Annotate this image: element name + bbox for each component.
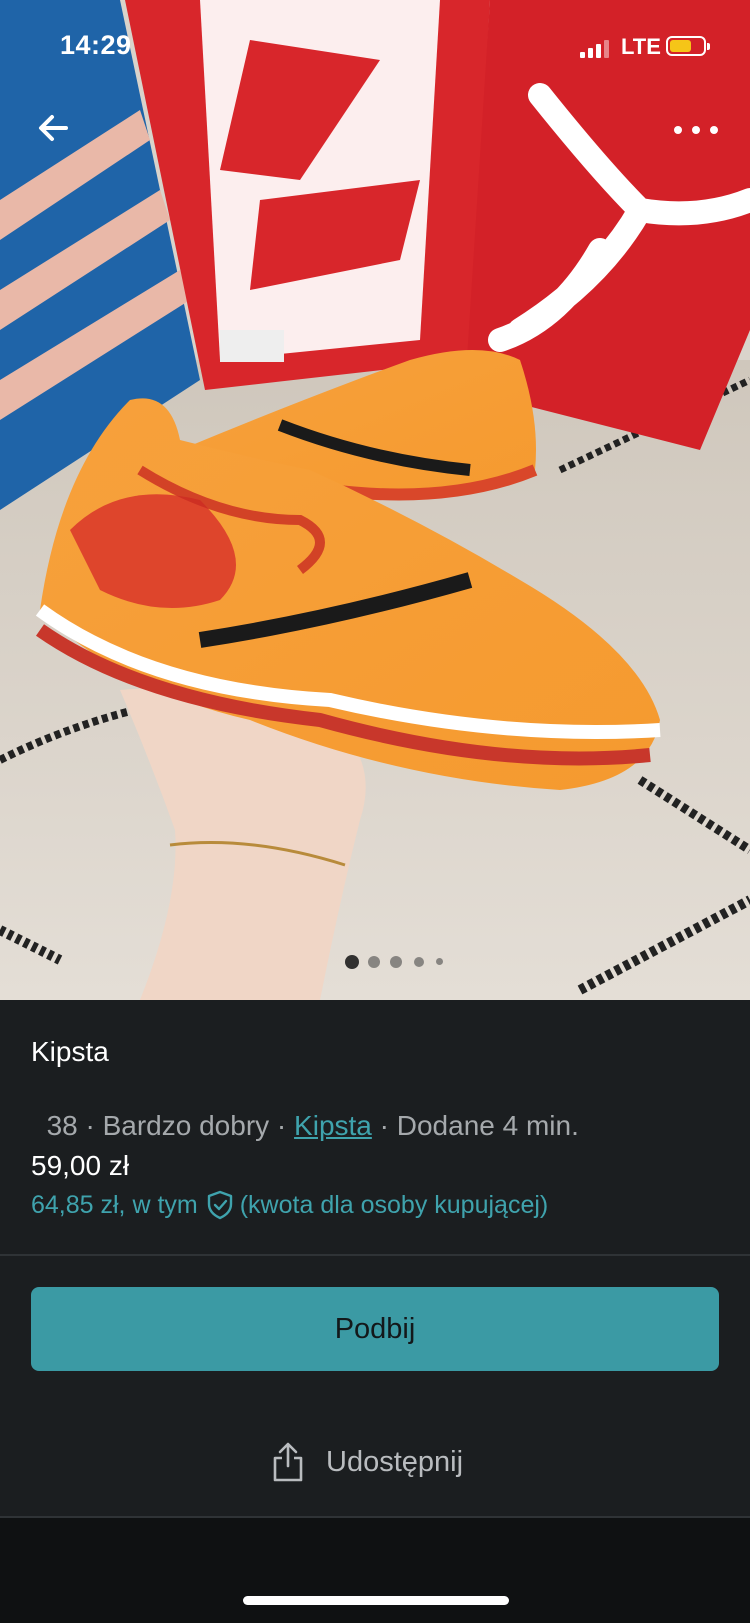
battery-icon [666,36,710,56]
bump-button-label: Podbij [334,1312,416,1345]
item-price: 59,00 zł [31,1150,130,1181]
brand-link[interactable]: Kipsta [294,1110,372,1141]
signal-icon [580,38,610,58]
home-indicator[interactable] [243,1596,509,1605]
share-button-label: Udostępnij [326,1445,464,1478]
item-title: Kipsta [31,1036,109,1067]
more-horizontal-icon [674,126,718,134]
item-size: 38 [46,1110,78,1141]
pager-dot[interactable] [390,956,402,968]
status-time: 14:29 [60,30,132,60]
status-bar: 14:29 LTE [0,0,750,96]
product-photo[interactable]: 14:29 LTE [0,0,750,1000]
back-button[interactable] [30,104,78,152]
total-price-note: (kwota dla osoby kupującej) [239,1190,549,1219]
meta-separator: · [371,1110,397,1141]
total-price-info[interactable]: 64,85 zł, w tym (kwota dla osoby kupując… [31,1190,548,1220]
meta-separator: · [77,1110,103,1141]
item-meta: 38 · Bardzo dobry · Kipsta · Dodane 4 mi… [31,1078,579,1142]
pager-dot[interactable] [436,958,443,965]
bottom-bar [0,1518,750,1623]
total-price: 64,85 zł, w tym [31,1190,198,1219]
share-button[interactable]: Udostępnij [270,1432,463,1492]
shield-check-icon [207,1190,232,1220]
share-icon [273,1442,303,1482]
meta-separator: · [269,1110,295,1141]
arrow-left-icon [39,115,68,141]
product-photo-illustration [0,0,750,1000]
more-options-button[interactable] [666,110,726,150]
item-condition: Bardzo dobry [102,1110,270,1141]
item-added-time: Dodane 4 min. [396,1110,579,1141]
battery-level [670,40,691,52]
bump-button[interactable]: Podbij [31,1287,719,1371]
pager-dot[interactable] [414,957,424,967]
network-type: LTE [621,34,661,59]
photo-pager[interactable] [0,952,750,972]
pager-dot[interactable] [345,955,359,969]
pager-dot[interactable] [368,956,380,968]
divider [0,1254,750,1256]
